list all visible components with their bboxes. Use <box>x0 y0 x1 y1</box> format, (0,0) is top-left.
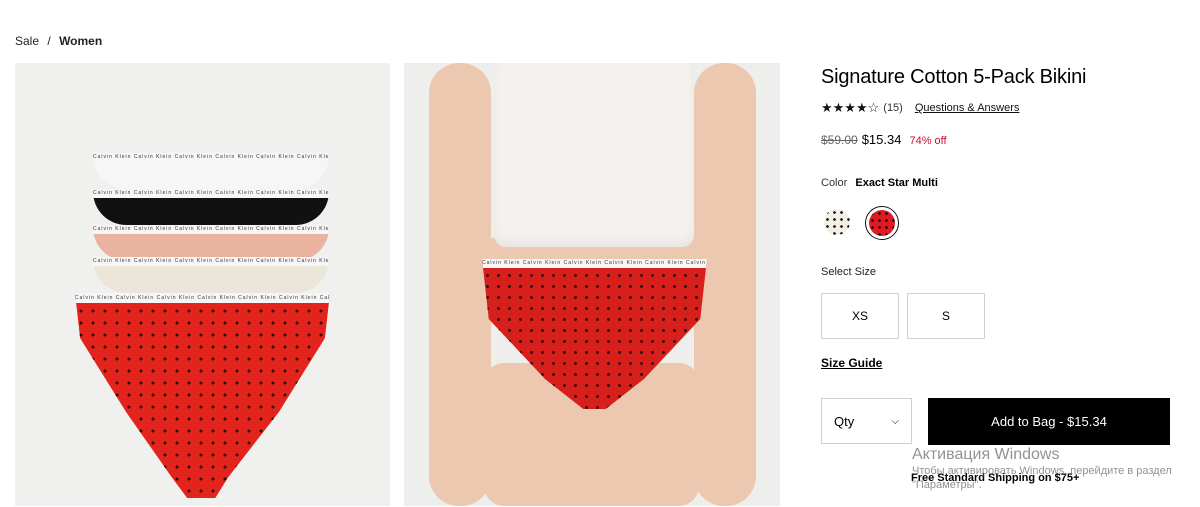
breadcrumb: Sale / Women <box>15 34 102 48</box>
black-brief: Calvin Klein Calvin Klein Calvin Klein C… <box>93 189 329 225</box>
size-guide-link[interactable]: Size Guide <box>821 356 882 370</box>
qty-label: Qty <box>834 413 855 429</box>
watermark-line-2: "Параметры". <box>912 479 982 491</box>
color-row: Color Exact Star Multi <box>821 177 938 189</box>
model-tank-top <box>494 63 694 247</box>
ivory-brief: Calvin Klein Calvin Klein Calvin Klein C… <box>93 257 329 293</box>
select-size-label: Select Size <box>821 266 877 278</box>
swatch-red-star-dot <box>869 210 895 236</box>
size-s-button[interactable]: S <box>907 293 985 339</box>
breadcrumb-sale-link[interactable]: Sale <box>15 34 39 48</box>
price-row: $59.00 $15.34 74% off <box>821 132 947 147</box>
breadcrumb-separator: / <box>47 34 51 48</box>
white-brief: Calvin Klein Calvin Klein Calvin Klein C… <box>93 153 329 189</box>
size-options: XS S <box>821 293 985 339</box>
size-xs-button[interactable]: XS <box>821 293 899 339</box>
swatch-red-star[interactable] <box>865 206 899 240</box>
original-price: $59.00 <box>821 133 858 147</box>
discount-badge: 74% off <box>909 135 947 147</box>
chevron-down-icon: ⌵ <box>891 415 899 427</box>
color-label: Color <box>821 177 848 189</box>
product-title: Signature Cotton 5-Pack Bikini <box>821 66 1087 88</box>
qty-select[interactable]: Qty ⌵ <box>821 398 912 444</box>
add-to-bag-button[interactable]: Add to Bag - $15.34 <box>928 398 1170 445</box>
color-value: Exact Star Multi <box>855 177 938 189</box>
watermark-title: Активация Windows <box>912 446 1060 463</box>
swatch-cream-star-dot <box>824 209 850 235</box>
review-count[interactable]: (15) <box>883 102 903 114</box>
red-star-brief: Calvin Klein Calvin Klein Calvin Klein C… <box>75 293 330 498</box>
peach-brief: Calvin Klein Calvin Klein Calvin Klein C… <box>93 225 329 261</box>
sale-price: $15.34 <box>861 132 902 147</box>
model-arm-left <box>429 63 491 506</box>
product-image-flatlay[interactable]: Calvin Klein Calvin Klein Calvin Klein C… <box>15 63 390 506</box>
product-info: Signature Cotton 5-Pack Bikini ★★★★☆ (15… <box>821 66 1181 484</box>
questions-answers-link[interactable]: Questions & Answers <box>915 102 1020 114</box>
color-swatches <box>821 206 899 240</box>
windows-activation-watermark: Активация Windows Чтобы активировать Win… <box>912 446 1172 492</box>
rating-row: ★★★★☆ (15) Questions & Answers <box>821 100 1019 116</box>
watermark-line-1: Чтобы активировать Windows, перейдите в … <box>912 465 1172 477</box>
star-rating-icon[interactable]: ★★★★☆ <box>821 100 879 116</box>
swatch-cream-star[interactable] <box>821 206 853 238</box>
breadcrumb-current[interactable]: Women <box>59 34 102 48</box>
product-image-model[interactable]: Calvin Klein Calvin Klein Calvin Klein C… <box>404 63 780 506</box>
